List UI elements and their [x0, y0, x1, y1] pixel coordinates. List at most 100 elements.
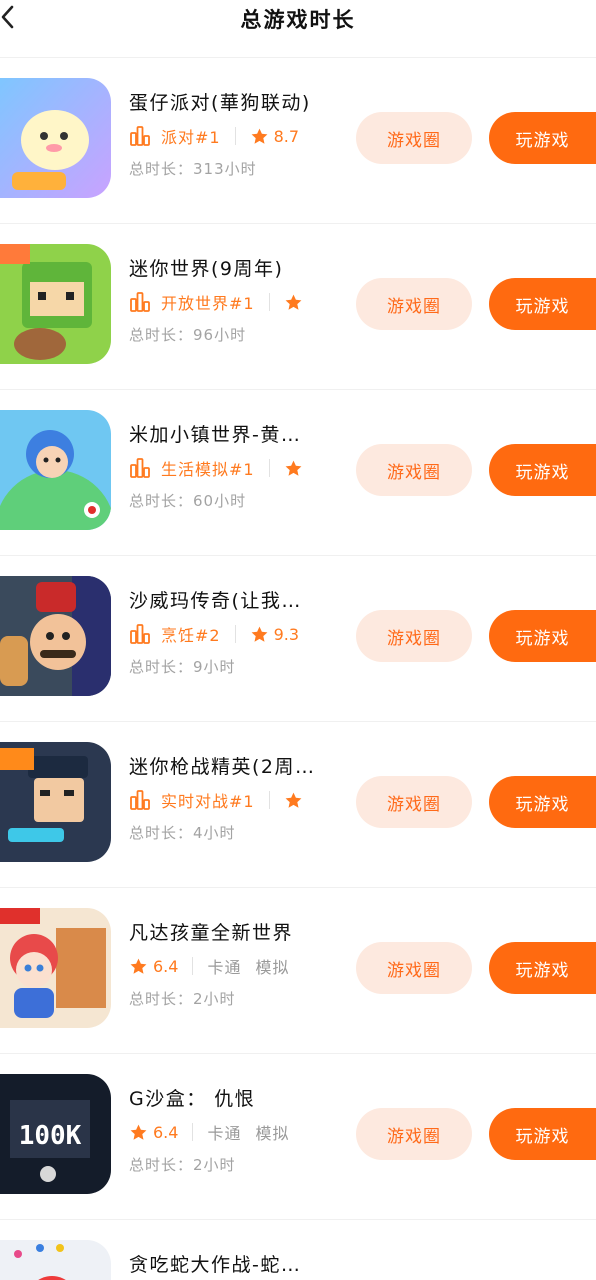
- total-playtime: 总时长：4小时: [129, 822, 354, 843]
- rating-score: 6.4: [153, 956, 179, 976]
- game-circle-button[interactable]: 游戏圈: [356, 112, 472, 164]
- playtime-label: 总时长：: [129, 824, 194, 842]
- star-icon: [251, 626, 268, 642]
- game-circle-button[interactable]: 游戏圈: [356, 776, 472, 828]
- app-icon-snake-battle: [0, 1240, 111, 1280]
- list-item[interactable]: 蛋仔派对(華狗联动) 派对#1 8.7 总时长：313小时 游戏圈 玩游戏: [0, 58, 596, 224]
- list-item[interactable]: 米加小镇世界-黄… 生活模拟#1 总时长：60小时 游戏圈 玩游戏: [0, 390, 596, 556]
- playtime-label: 总时长：: [129, 326, 194, 344]
- playtime-value: 9小时: [193, 658, 236, 676]
- game-name: 沙威玛传奇(让我…: [129, 590, 302, 612]
- play-game-button[interactable]: 玩游戏: [489, 776, 596, 828]
- playtime-label: 总时长：: [129, 990, 194, 1008]
- playtime-label: 总时长：: [129, 658, 194, 676]
- ranking-icon: [130, 458, 150, 478]
- divider: [192, 957, 194, 975]
- divider: [268, 791, 270, 809]
- game-info: 米加小镇世界-黄… 生活模拟#1 总时长：60小时: [129, 420, 354, 511]
- game-info: 迷你枪战精英(2周… 实时对战#1 总时长：4小时: [129, 752, 354, 843]
- game-name: 凡达孩童全新世界: [129, 922, 294, 944]
- game-list: 蛋仔派对(華狗联动) 派对#1 8.7 总时长：313小时 游戏圈 玩游戏 迷你…: [0, 58, 596, 1280]
- list-item[interactable]: 迷你枪战精英(2周… 实时对战#1 总时长：4小时 游戏圈 玩游戏: [0, 722, 596, 888]
- app-icon-eggy-party: [0, 78, 111, 198]
- playtime-value: 60小时: [193, 492, 247, 510]
- game-tag: 模拟: [255, 958, 290, 977]
- app-icon-shawarma-legend: [0, 576, 111, 696]
- playtime-label: 总时长：: [129, 160, 194, 178]
- game-circle-button[interactable]: 游戏圈: [356, 942, 472, 994]
- playtime-value: 96小时: [193, 326, 247, 344]
- divider: [268, 293, 270, 311]
- game-circle-button[interactable]: 游戏圈: [356, 1108, 472, 1160]
- total-playtime: 总时长：96小时: [129, 324, 354, 345]
- game-meta: 开放世界#1: [129, 290, 354, 314]
- game-tag: 卡通: [207, 1124, 242, 1143]
- star-icon: [285, 792, 302, 808]
- app-icon-mini-gun-elite: [0, 742, 111, 862]
- game-circle-button[interactable]: 游戏圈: [356, 444, 472, 496]
- game-circle-button[interactable]: 游戏圈: [356, 610, 472, 662]
- game-info: 沙威玛传奇(让我… 烹饪#2 9.3 总时长：9小时: [129, 586, 354, 677]
- list-item[interactable]: 100K G沙盒： 仇恨 6.4 卡通 模拟 总时长：2小时 游戏圈 玩游戏: [0, 1054, 596, 1220]
- game-tag: 卡通: [207, 958, 242, 977]
- icon-label-100k: 100K: [19, 1121, 82, 1151]
- app-icon-fanda-kids: [0, 908, 111, 1028]
- divider: [192, 1123, 194, 1141]
- app-icon-miga-town: [0, 410, 111, 530]
- game-name: G沙盒： 仇恨: [129, 1088, 256, 1110]
- game-meta: 派对#1 8.7: [129, 124, 354, 148]
- game-info: 蛋仔派对(華狗联动) 派对#1 8.7 总时长：313小时: [129, 88, 354, 179]
- list-item[interactable]: 贪吃蛇大作战-蛇…: [0, 1220, 596, 1280]
- divider: [234, 625, 236, 643]
- game-name: 米加小镇世界-黄…: [129, 424, 302, 446]
- ranking-icon: [130, 624, 150, 644]
- page-header: 总游戏时长: [0, 0, 596, 58]
- game-info: G沙盒： 仇恨 6.4 卡通 模拟 总时长：2小时: [129, 1084, 354, 1175]
- play-game-button[interactable]: 玩游戏: [489, 942, 596, 994]
- ranking-icon: [130, 292, 150, 312]
- page-title: 总游戏时长: [240, 8, 356, 32]
- divider: [268, 459, 270, 477]
- total-playtime: 总时长：9小时: [129, 656, 354, 677]
- ranking-icon: [130, 790, 150, 810]
- game-name: 迷你枪战精英(2周…: [129, 756, 316, 778]
- rating-score: 9.3: [273, 624, 300, 644]
- play-game-button[interactable]: 玩游戏: [489, 1108, 596, 1160]
- game-tag: 模拟: [255, 1124, 290, 1143]
- game-meta: 烹饪#2 9.3: [129, 622, 354, 646]
- playtime-label: 总时长：: [129, 492, 194, 510]
- list-item[interactable]: 迷你世界(9周年) 开放世界#1 总时长：96小时 游戏圈 玩游戏: [0, 224, 596, 390]
- rating-score: 8.7: [273, 126, 300, 146]
- rating-score: 6.4: [153, 1122, 179, 1142]
- rank-label: 实时对战#1: [161, 792, 255, 811]
- total-playtime: 总时长：60小时: [129, 490, 354, 511]
- star-icon: [285, 294, 302, 310]
- play-game-button[interactable]: 玩游戏: [489, 444, 596, 496]
- list-item[interactable]: 沙威玛传奇(让我… 烹饪#2 9.3 总时长：9小时 游戏圈 玩游戏: [0, 556, 596, 722]
- game-meta: 6.4 卡通 模拟: [129, 1120, 354, 1144]
- rank-label: 烹饪#2: [161, 626, 221, 645]
- ranking-icon: [130, 126, 150, 146]
- rank-label: 生活模拟#1: [161, 460, 255, 479]
- play-game-button[interactable]: 玩游戏: [489, 112, 596, 164]
- total-playtime: 总时长：2小时: [129, 1154, 354, 1175]
- playtime-value: 2小时: [193, 1156, 236, 1174]
- playtime-value: 313小时: [193, 160, 257, 178]
- total-playtime: 总时长：313小时: [129, 158, 354, 179]
- game-meta: 实时对战#1: [129, 788, 354, 812]
- playtime-value: 4小时: [193, 824, 236, 842]
- game-circle-button[interactable]: 游戏圈: [356, 278, 472, 330]
- game-info: 凡达孩童全新世界 6.4 卡通 模拟 总时长：2小时: [129, 918, 354, 1009]
- game-name: 贪吃蛇大作战-蛇…: [129, 1254, 302, 1276]
- play-game-button[interactable]: 玩游戏: [489, 278, 596, 330]
- playtime-label: 总时长：: [129, 1156, 194, 1174]
- list-item[interactable]: 凡达孩童全新世界 6.4 卡通 模拟 总时长：2小时 游戏圈 玩游戏: [0, 888, 596, 1054]
- playtime-value: 2小时: [193, 990, 236, 1008]
- divider: [234, 127, 236, 145]
- game-info: 贪吃蛇大作战-蛇…: [129, 1250, 354, 1276]
- star-icon: [285, 460, 302, 476]
- game-meta: 6.4 卡通 模拟: [129, 954, 354, 978]
- game-name: 蛋仔派对(華狗联动): [129, 92, 311, 114]
- play-game-button[interactable]: 玩游戏: [489, 610, 596, 662]
- app-icon-mini-world: [0, 244, 111, 364]
